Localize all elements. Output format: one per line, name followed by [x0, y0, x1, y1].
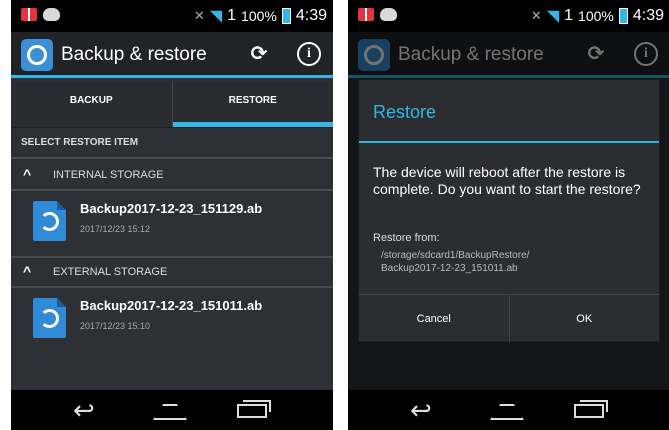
nav-bar: ↩: [348, 390, 669, 430]
dialog-buttons: Cancel OK: [359, 294, 659, 343]
divider: [11, 286, 333, 288]
battery-percent: 100%: [578, 8, 614, 24]
group-header-internal[interactable]: ^ INTERNAL STORAGE: [11, 162, 333, 188]
home-icon[interactable]: [153, 404, 187, 420]
file-date: 2017/12/23 15:10: [80, 321, 151, 331]
battery-icon: [281, 8, 291, 24]
restore-path: /storage/sdcard1/BackupRestore/ Backup20…: [381, 249, 529, 275]
cancel-button[interactable]: Cancel: [359, 295, 509, 343]
tab-restore[interactable]: RESTORE: [171, 81, 334, 127]
restore-path-line: /storage/sdcard1/BackupRestore/: [381, 250, 530, 261]
chevron-up-icon: ^: [23, 166, 32, 182]
notification-cat-icon: [43, 8, 60, 21]
file-name: Backup2017-12-23_151129.ab: [80, 201, 263, 216]
group-header-external[interactable]: ^ EXTERNAL STORAGE: [11, 259, 333, 285]
restore-path-line: Backup2017-12-23_151011.ab: [381, 263, 518, 274]
chevron-up-icon: ^: [23, 263, 32, 279]
group-label: INTERNAL STORAGE: [53, 169, 164, 181]
phone-screen-restore-dialog: ✕ ◥ 1 100% 4:39 Backup & restore ⟳ i Res…: [348, 0, 669, 430]
clock: 4:39: [295, 7, 327, 24]
divider: [11, 256, 333, 258]
notification-gift-icon: [21, 8, 37, 21]
file-date: 2017/12/23 15:12: [80, 224, 151, 234]
signal-count: 1: [564, 7, 574, 24]
back-icon[interactable]: ↩: [410, 396, 432, 424]
backup-file-icon: [33, 201, 66, 241]
app-title: Backup & restore: [61, 44, 207, 65]
ok-button[interactable]: OK: [508, 295, 660, 343]
recents-icon[interactable]: [237, 400, 271, 418]
nav-bar: ↩: [11, 390, 333, 430]
notification-gift-icon: [358, 8, 374, 21]
mute-icon: ✕: [530, 8, 542, 23]
home-icon[interactable]: [490, 404, 524, 420]
group-label: EXTERNAL STORAGE: [53, 266, 168, 278]
backup-file-icon: [33, 298, 66, 338]
wifi-icon: ◥: [546, 8, 560, 25]
battery-percent: 100%: [241, 8, 277, 24]
sync-icon[interactable]: ⟳: [247, 42, 271, 66]
file-name: Backup2017-12-23_151011.ab: [80, 298, 263, 313]
restore-dialog: Restore The device will reboot after the…: [358, 79, 660, 343]
action-bar: Backup & restore ⟳ i: [11, 32, 333, 78]
battery-icon: [618, 8, 628, 24]
dialog-title-divider: [359, 141, 659, 143]
tab-backup[interactable]: BACKUP: [11, 81, 172, 127]
tab-bar: BACKUP RESTORE: [11, 81, 333, 128]
signal-count: 1: [227, 7, 237, 24]
divider: [11, 157, 333, 159]
dialog-message: The device will reboot after the restore…: [373, 164, 641, 197]
back-icon[interactable]: ↩: [73, 396, 95, 424]
list-item[interactable]: Backup2017-12-23_151129.ab 2017/12/23 15…: [11, 193, 333, 253]
divider: [11, 189, 333, 191]
app-logo-icon[interactable]: [21, 39, 53, 71]
status-bar: ✕ ◥ 1 100% 4:39: [348, 0, 669, 32]
section-label: SELECT RESTORE ITEM: [21, 137, 139, 148]
restore-from-label: Restore from:: [373, 232, 440, 244]
clock: 4:39: [632, 7, 664, 24]
notification-cat-icon: [380, 8, 397, 21]
dialog-title: Restore: [373, 102, 437, 122]
status-bar: ✕ ◥ 1 100% 4:39: [11, 0, 333, 32]
info-icon[interactable]: i: [297, 42, 321, 66]
list-item[interactable]: Backup2017-12-23_151011.ab 2017/12/23 15…: [11, 290, 333, 350]
wifi-icon: ◥: [209, 8, 223, 25]
phone-screen-restore-list: ✕ ◥ 1 100% 4:39 Backup & restore ⟳ i BAC…: [11, 0, 333, 430]
mute-icon: ✕: [193, 8, 205, 23]
recents-icon[interactable]: [574, 400, 608, 418]
